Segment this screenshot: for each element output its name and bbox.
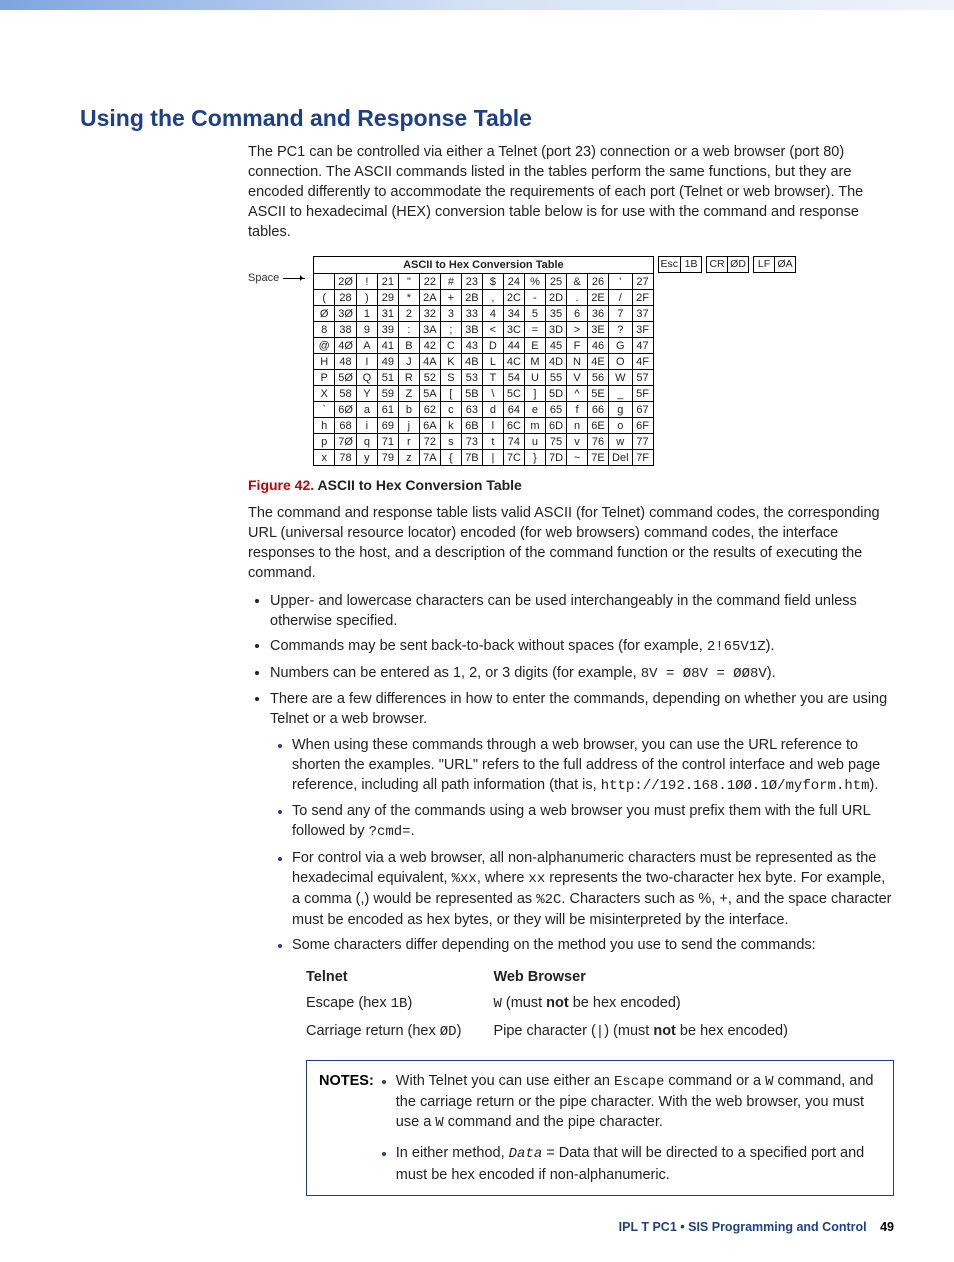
table-row: p7Øq71r72s73t74u75v76w77: [314, 434, 653, 450]
list-item: Upper- and lowercase characters can be u…: [270, 591, 894, 631]
special-key-pair: CRØD: [706, 256, 749, 273]
table-row: H48I49J4AK4BL4CM4DN4EO4F: [314, 354, 653, 370]
footer-page-number: 49: [880, 1220, 894, 1234]
notes-box: NOTES: With Telnet you can use either an…: [306, 1060, 894, 1196]
code-inline: %2C: [536, 892, 561, 908]
special-key-pair: LFØA: [753, 256, 796, 273]
list-item: Some characters differ depending on the …: [292, 935, 894, 955]
code-inline: %xx: [452, 871, 477, 887]
table-row: h68i69j6Ak6Bl6Cm6Dn6Eo6F: [314, 418, 653, 434]
table-row: P5ØQ51R52S53T54U55V56W57: [314, 370, 653, 386]
list-item: There are a few differences in how to en…: [270, 689, 894, 1196]
content-area: Using the Command and Response Table The…: [0, 105, 954, 1196]
conversion-tables: ASCII to Hex Conversion Table 2Ø!21"22#2…: [313, 256, 796, 466]
arrow-icon: [283, 278, 305, 279]
page-title: Using the Command and Response Table: [80, 105, 894, 132]
special-key-pair: Esc1B: [658, 256, 703, 273]
space-label: Space: [248, 272, 305, 284]
special-keys: Esc1BCRØDLFØA: [658, 256, 797, 273]
code-inline: 2!65V1Z: [707, 639, 766, 655]
table-row: X58Y59Z5A[5B\5C]5D^5E_5F: [314, 386, 653, 402]
code-inline: ?cmd=: [369, 824, 411, 840]
table-row: x78y79z7A{7B|7C}7D~7EDel7F: [314, 450, 653, 466]
intro-paragraph: The PC1 can be controlled via either a T…: [248, 142, 894, 242]
page-footer: IPL T PC1 • SIS Programming and Control …: [619, 1220, 894, 1234]
top-accent-bar: [0, 0, 954, 10]
figure-caption: Figure 42. ASCII to Hex Conversion Table: [248, 476, 894, 495]
space-text: Space: [248, 272, 279, 284]
table-row: `6Øa61b62c63d64e65f66g67: [314, 402, 653, 418]
code-inline: 8V = Ø8V = ØØ8V: [641, 666, 767, 682]
figure-title: ASCII to Hex Conversion Table: [314, 477, 522, 493]
list-item: In either method, Data = Data that will …: [396, 1143, 881, 1184]
list-item: When using these commands through a web …: [292, 735, 894, 796]
notes-label: NOTES:: [319, 1071, 374, 1185]
code-inline: http://192.168.1ØØ.1Ø/myform.htm: [601, 778, 870, 794]
table-row: (28)29*2A+2B,2C-2D.2E/2F: [314, 290, 653, 306]
cmp-header-telnet: Telnet: [306, 965, 493, 991]
figure-label: Figure 42.: [248, 477, 314, 493]
code-inline: xx: [528, 871, 545, 887]
footer-section: IPL T PC1 • SIS Programming and Control: [619, 1220, 867, 1234]
ascii-hex-table: ASCII to Hex Conversion Table 2Ø!21"22#2…: [313, 256, 653, 466]
bullet-list: Upper- and lowercase characters can be u…: [248, 591, 894, 1195]
table-row: 2Ø!21"22#23$24%25&26'27: [314, 274, 653, 290]
list-item: For control via a web browser, all non-a…: [292, 848, 894, 931]
table-row: Ø3Ø131232333434535636737: [314, 306, 653, 322]
page: Using the Command and Response Table The…: [0, 0, 954, 1262]
table-title: ASCII to Hex Conversion Table: [314, 257, 653, 274]
table-row: @4ØA41B42C43D44E45F46G47: [314, 338, 653, 354]
cmp-header-web: Web Browser: [493, 965, 820, 991]
body-indent: The PC1 can be controlled via either a T…: [248, 142, 894, 1196]
sub-bullet-list: When using these commands through a web …: [270, 735, 894, 955]
figure-ascii-hex: Space ASCII to Hex Conversion Table 2Ø!2…: [248, 256, 894, 466]
list-item: Commands may be sent back-to-back withou…: [270, 636, 894, 657]
conversion-table-wrap: Space ASCII to Hex Conversion Table 2Ø!2…: [248, 256, 894, 466]
paragraph-2: The command and response table lists val…: [248, 503, 894, 583]
list-item: With Telnet you can use either an Escape…: [396, 1071, 881, 1134]
list-item: To send any of the commands using a web …: [292, 801, 894, 842]
comparison-table: Telnet Web Browser Escape (hex 1B) W (mu…: [306, 965, 894, 1046]
table-row: Escape (hex 1B) W (must not be hex encod…: [306, 991, 820, 1018]
list-item: Numbers can be entered as 1, 2, or 3 dig…: [270, 663, 894, 684]
table-row: Carriage return (hex ØD) Pipe character …: [306, 1019, 820, 1046]
notes-list: With Telnet you can use either an Escape…: [380, 1071, 881, 1185]
table-row: 838939:3A;3B<3C=3D>3E?3F: [314, 322, 653, 338]
